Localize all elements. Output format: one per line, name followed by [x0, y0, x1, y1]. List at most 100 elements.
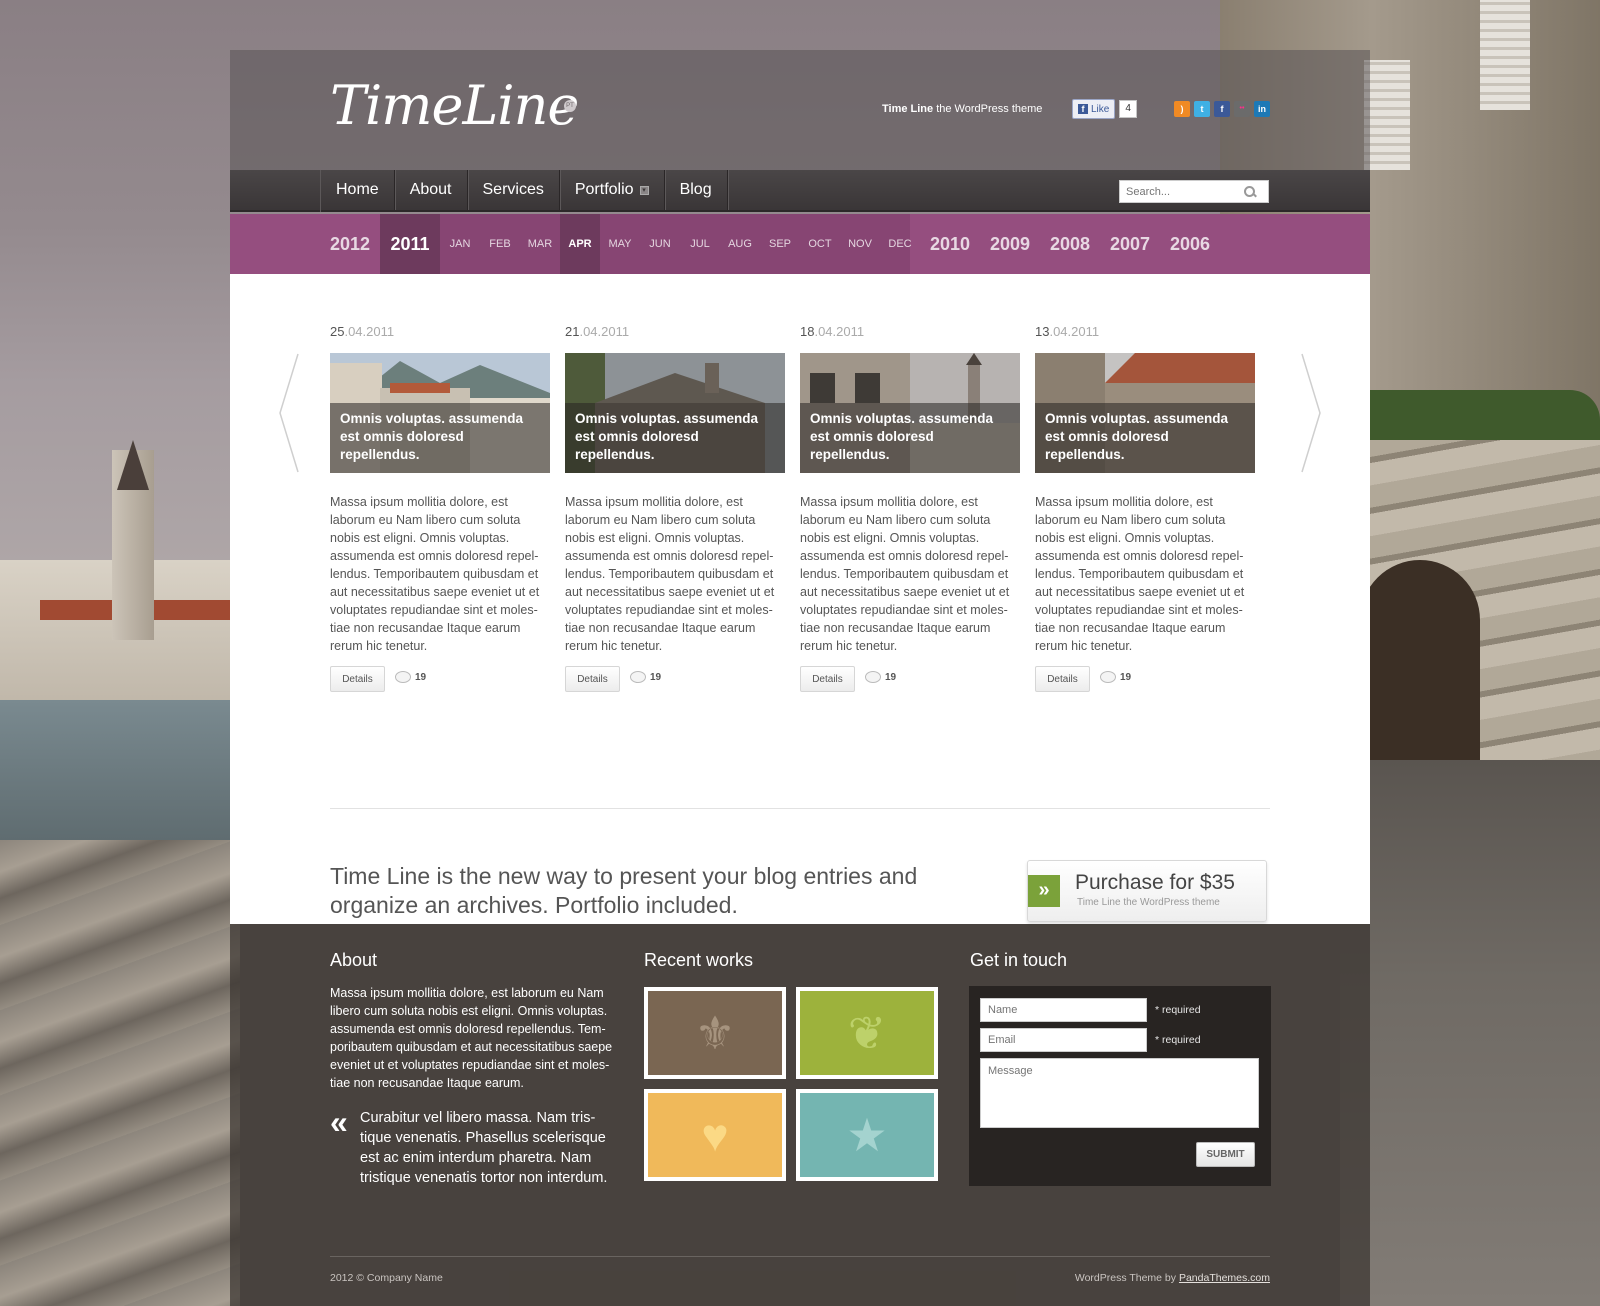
post-caption: Omnis voluptas. assumenda est omnis dolo…: [1035, 403, 1255, 473]
timeline-month[interactable]: JUL: [680, 214, 720, 274]
timeline-year-2012[interactable]: 2012: [320, 214, 380, 274]
details-button[interactable]: Details: [330, 666, 385, 692]
timeline-year-active[interactable]: 2011: [380, 214, 440, 274]
details-button[interactable]: Details: [565, 666, 620, 692]
archive-timeline: 2012 2011 JAN FEB MAR APR MAY JUN JUL AU…: [230, 214, 1370, 274]
timeline-month[interactable]: FEB: [480, 214, 520, 274]
purchase-button[interactable]: » Purchase for $35 Time Line the WordPre…: [1027, 860, 1267, 922]
comment-count[interactable]: 19: [630, 671, 661, 683]
footer-works-title: Recent works: [644, 950, 754, 970]
recent-work-item[interactable]: ♥: [644, 1089, 786, 1181]
post-date: 18.04.2011: [800, 324, 864, 339]
theme-credit: WordPress Theme by PandaThemes.com: [1075, 1272, 1270, 1284]
timeline-month[interactable]: OCT: [800, 214, 840, 274]
submit-button[interactable]: SUBMIT: [1196, 1142, 1255, 1167]
nav-label: Portfolio: [574, 181, 634, 198]
next-arrow-icon[interactable]: [1300, 352, 1322, 474]
previous-arrow-icon[interactable]: [278, 352, 300, 474]
rss-icon[interactable]: ): [1174, 101, 1190, 117]
nav-item-home[interactable]: Home: [321, 170, 395, 210]
heart-icon: ♥: [701, 1109, 729, 1161]
footer-quote: Curabitur vel libero massa. Nam tris-tiq…: [360, 1110, 608, 1186]
search-input[interactable]: [1126, 185, 1244, 198]
required-note: * required: [1155, 1034, 1201, 1046]
timeline-month[interactable]: JAN: [440, 214, 480, 274]
facebook-like-count: 4: [1119, 100, 1137, 118]
post-month-year: .04.2011: [1049, 324, 1100, 339]
post-month-year: .04.2011: [579, 324, 630, 339]
twitter-icon[interactable]: t: [1194, 101, 1210, 117]
comment-count-value: 19: [885, 671, 897, 683]
star-icon: ★: [846, 1109, 888, 1161]
footer: About Massa ipsum mollitia dolore, est l…: [230, 924, 1370, 1306]
purchase-label: Purchase for $35: [1075, 871, 1235, 894]
timeline-month[interactable]: JUN: [640, 214, 680, 274]
nav-label: Blog: [679, 181, 712, 198]
timeline-month[interactable]: DEC: [880, 214, 920, 274]
post-day: 13: [1035, 324, 1050, 339]
post-thumbnail[interactable]: Omnis voluptas. assumenda est omnis dolo…: [800, 353, 1020, 473]
site-logo[interactable]: TimeLine: [330, 74, 579, 137]
timeline-month-active[interactable]: APR: [560, 214, 600, 274]
comment-count[interactable]: 19: [865, 671, 896, 683]
post-thumbnail[interactable]: Omnis voluptas. assumenda est omnis dolo…: [565, 353, 785, 473]
post-caption: Omnis voluptas. assumenda est omnis dolo…: [800, 403, 1020, 473]
timeline-month[interactable]: NOV: [840, 214, 880, 274]
nav-item-services[interactable]: Services: [468, 170, 560, 210]
credit-link[interactable]: PandaThemes.com: [1179, 1272, 1270, 1284]
recent-work-item[interactable]: ★: [796, 1089, 938, 1181]
main-content: 25.04.2011 Omnis voluptas. assumenda est…: [230, 274, 1370, 924]
post-excerpt: Massa ipsum mollitia dolore, est laborum…: [800, 495, 1010, 653]
nav-label: Home: [336, 181, 379, 198]
facebook-like-label: Like: [1091, 103, 1110, 115]
timeline-year-2009[interactable]: 2009: [980, 214, 1040, 274]
flickr-icon[interactable]: ••: [1234, 101, 1250, 117]
timeline-year-2008[interactable]: 2008: [1040, 214, 1100, 274]
search-icon[interactable]: [1244, 185, 1256, 198]
logo-badge: PT: [564, 100, 576, 112]
nav-item-portfolio[interactable]: Portfolio ▾: [560, 170, 665, 210]
message-field[interactable]: [980, 1058, 1259, 1128]
linkedin-icon[interactable]: in: [1254, 101, 1270, 117]
email-field[interactable]: [980, 1028, 1147, 1052]
comment-bubble-icon: [865, 671, 881, 683]
fleur-de-lis-icon: ⚜: [694, 1007, 736, 1059]
water: [0, 700, 240, 850]
name-field[interactable]: [980, 998, 1147, 1022]
comment-count[interactable]: 19: [1100, 671, 1131, 683]
comment-count[interactable]: 19: [395, 671, 426, 683]
timeline-year-2006[interactable]: 2006: [1160, 214, 1220, 274]
search-box: [1119, 180, 1269, 203]
timeline-month[interactable]: AUG: [720, 214, 760, 274]
stone-wall: [0, 840, 240, 1306]
facebook-icon: f: [1078, 104, 1088, 114]
comment-count-value: 19: [650, 671, 662, 683]
post-caption: Omnis voluptas. assumenda est omnis dolo…: [330, 403, 550, 473]
details-button[interactable]: Details: [800, 666, 855, 692]
post-day: 21: [565, 324, 580, 339]
social-links: ) t f •• in: [1174, 101, 1270, 117]
site-tagline: Time Line the WordPress theme: [882, 103, 1042, 115]
promo-text: Time Line is the new way to present your…: [330, 863, 918, 918]
timeline-year-2007[interactable]: 2007: [1100, 214, 1160, 274]
timeline-month[interactable]: MAY: [600, 214, 640, 274]
timeline-month[interactable]: SEP: [760, 214, 800, 274]
page-wrapper: TimeLine PT Time Line the WordPress them…: [230, 50, 1370, 1306]
footer-about-title: About: [330, 950, 378, 970]
required-note: * required: [1155, 1004, 1201, 1016]
recent-work-item[interactable]: ⚜: [644, 987, 786, 1079]
facebook-like-button[interactable]: f Like: [1072, 99, 1116, 119]
post-thumbnail[interactable]: Omnis voluptas. assumenda est omnis dolo…: [1035, 353, 1255, 473]
timeline-year-2010[interactable]: 2010: [920, 214, 980, 274]
nav-item-blog[interactable]: Blog: [665, 170, 728, 210]
bell-tower-spire: [117, 440, 149, 490]
copyright: 2012 © Company Name: [330, 1272, 443, 1284]
facebook-icon[interactable]: f: [1214, 101, 1230, 117]
details-button[interactable]: Details: [1035, 666, 1090, 692]
timeline-month[interactable]: MAR: [520, 214, 560, 274]
post-thumbnail[interactable]: Omnis voluptas. assumenda est omnis dolo…: [330, 353, 550, 473]
facebook-like-widget: f Like 4: [1072, 99, 1137, 119]
comment-count-value: 19: [1120, 671, 1132, 683]
recent-work-item[interactable]: ❦: [796, 987, 938, 1079]
nav-item-about[interactable]: About: [395, 170, 468, 210]
